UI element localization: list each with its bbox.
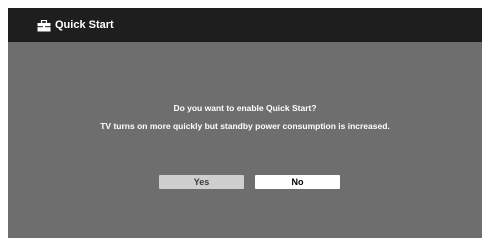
dialog-title: Quick Start bbox=[55, 19, 114, 31]
no-button[interactable]: No bbox=[255, 175, 340, 189]
toolbox-icon bbox=[37, 19, 51, 32]
title-bar: Quick Start bbox=[8, 8, 482, 42]
tv-screen: Quick Start Do you want to enable Quick … bbox=[8, 8, 482, 238]
dialog-description: TV turns on more quickly but standby pow… bbox=[100, 121, 390, 131]
yes-button[interactable]: Yes bbox=[159, 175, 244, 189]
dialog-question: Do you want to enable Quick Start? bbox=[173, 103, 317, 113]
